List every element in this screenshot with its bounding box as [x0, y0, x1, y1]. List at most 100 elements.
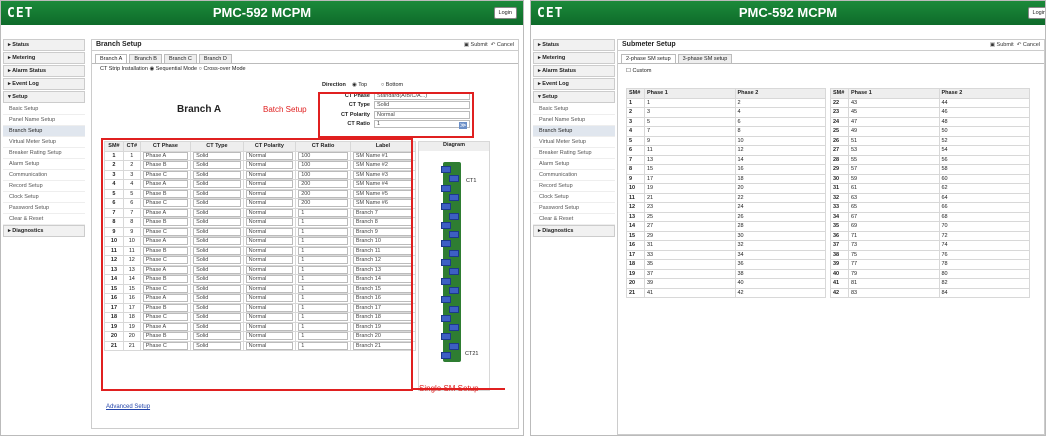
sidebar-item[interactable]: Basic Setup [533, 104, 615, 115]
phase-1-cell[interactable]: 57 [848, 164, 940, 175]
tab-branch[interactable]: Branch C [163, 54, 197, 63]
phase-2-cell[interactable]: 6 [734, 116, 826, 127]
nav-group[interactable]: ▸ Metering [3, 52, 85, 64]
phase-2-cell[interactable]: 84 [938, 287, 1030, 298]
sidebar-item[interactable]: Virtual Meter Setup [3, 137, 85, 148]
tab-sm-setup[interactable]: 2-phase SM setup [621, 54, 676, 63]
phase-2-cell[interactable]: 16 [734, 164, 826, 175]
phase-2-cell[interactable]: 78 [938, 259, 1030, 270]
phase-2-cell[interactable]: 60 [938, 173, 1030, 184]
phase-2-cell[interactable]: 48 [938, 116, 1030, 127]
tab-branch[interactable]: Branch D [198, 54, 232, 63]
phase-1-cell[interactable]: 67 [848, 211, 940, 222]
phase-1-cell[interactable]: 41 [644, 287, 736, 298]
sidebar-item[interactable]: Alarm Setup [3, 159, 85, 170]
phase-1-cell[interactable]: 13 [644, 154, 736, 165]
phase-2-cell[interactable]: 20 [734, 183, 826, 194]
nav-group[interactable]: ▸ Alarm Status [533, 65, 615, 77]
phase-2-cell[interactable]: 62 [938, 183, 1030, 194]
nav-group-setup[interactable]: ▾ Setup [533, 91, 615, 103]
phase-1-cell[interactable]: 25 [644, 211, 736, 222]
phase-2-cell[interactable]: 76 [938, 249, 1030, 260]
phase-1-cell[interactable]: 11 [644, 145, 736, 156]
sidebar-item[interactable]: Record Setup [533, 181, 615, 192]
submit-button[interactable]: ▣ Submit [990, 42, 1014, 48]
sidebar-item[interactable]: Basic Setup [3, 104, 85, 115]
cancel-button[interactable]: ↶ Cancel [1017, 42, 1040, 48]
cancel-button[interactable]: ↶ Cancel [491, 42, 514, 48]
phase-1-cell[interactable]: 35 [644, 259, 736, 270]
sidebar-item[interactable]: Password Setup [3, 203, 85, 214]
tab-branch[interactable]: Branch A [95, 54, 128, 63]
sidebar-item[interactable]: Clear & Reset [3, 214, 85, 225]
phase-2-cell[interactable]: 44 [938, 97, 1030, 108]
phase-2-cell[interactable]: 64 [938, 192, 1030, 203]
sidebar-item[interactable]: Breaker Rating Setup [3, 148, 85, 159]
top-radio[interactable]: ◉ Top [352, 82, 367, 88]
phase-2-cell[interactable]: 42 [734, 287, 826, 298]
crossover-radio[interactable]: ○ Cross-over Mode [199, 66, 246, 72]
phase-2-cell[interactable]: 26 [734, 211, 826, 222]
phase-2-cell[interactable]: 14 [734, 154, 826, 165]
phase-2-cell[interactable]: 52 [938, 135, 1030, 146]
phase-1-cell[interactable]: 65 [848, 202, 940, 213]
sequential-radio[interactable]: ◉ Sequential Mode [149, 66, 197, 72]
phase-1-cell[interactable]: 9 [644, 135, 736, 146]
phase-2-cell[interactable]: 70 [938, 221, 1030, 232]
phase-1-cell[interactable]: 19 [644, 183, 736, 194]
sidebar-item[interactable]: Communication [3, 170, 85, 181]
nav-group[interactable]: ▸ Metering [533, 52, 615, 64]
sidebar-item[interactable]: Clock Setup [533, 192, 615, 203]
sidebar-item[interactable]: Panel Name Setup [3, 115, 85, 126]
phase-2-cell[interactable]: 38 [734, 268, 826, 279]
checkbox-icon[interactable]: ☐ [626, 68, 631, 74]
phase-2-cell[interactable]: 72 [938, 230, 1030, 241]
sidebar-item[interactable]: Communication [533, 170, 615, 181]
nav-group-setup[interactable]: ▾ Setup [3, 91, 85, 103]
phase-2-cell[interactable]: 74 [938, 240, 1030, 251]
phase-1-cell[interactable]: 63 [848, 192, 940, 203]
phase-2-cell[interactable]: 66 [938, 202, 1030, 213]
nav-group-diagnostics[interactable]: ▸ Diagnostics [533, 225, 615, 237]
phase-2-cell[interactable]: 24 [734, 202, 826, 213]
sidebar-item[interactable]: Panel Name Setup [533, 115, 615, 126]
phase-1-cell[interactable]: 5 [644, 116, 736, 127]
phase-2-cell[interactable]: 56 [938, 154, 1030, 165]
phase-1-cell[interactable]: 23 [644, 202, 736, 213]
phase-1-cell[interactable]: 61 [848, 183, 940, 194]
phase-2-cell[interactable]: 82 [938, 278, 1030, 289]
phase-2-cell[interactable]: 34 [734, 249, 826, 260]
submit-button[interactable]: ▣ Submit [464, 42, 488, 48]
phase-2-cell[interactable]: 18 [734, 173, 826, 184]
phase-2-cell[interactable]: 28 [734, 221, 826, 232]
phase-2-cell[interactable]: 12 [734, 145, 826, 156]
phase-2-cell[interactable]: 2 [734, 97, 826, 108]
phase-1-cell[interactable]: 29 [644, 230, 736, 241]
phase-2-cell[interactable]: 58 [938, 164, 1030, 175]
nav-group[interactable]: ▸ Status [3, 39, 85, 51]
phase-1-cell[interactable]: 55 [848, 154, 940, 165]
nav-group-diagnostics[interactable]: ▸ Diagnostics [3, 225, 85, 237]
phase-2-cell[interactable]: 32 [734, 240, 826, 251]
login-button[interactable]: Login [1027, 7, 1045, 19]
phase-1-cell[interactable]: 7 [644, 126, 736, 137]
tab-branch[interactable]: Branch B [129, 54, 162, 63]
phase-2-cell[interactable]: 22 [734, 192, 826, 203]
phase-1-cell[interactable]: 37 [644, 268, 736, 279]
nav-group[interactable]: ▸ Alarm Status [3, 65, 85, 77]
phase-1-cell[interactable]: 83 [848, 287, 940, 298]
phase-1-cell[interactable]: 45 [848, 107, 940, 118]
phase-2-cell[interactable]: 10 [734, 135, 826, 146]
sidebar-item[interactable]: Record Setup [3, 181, 85, 192]
phase-2-cell[interactable]: 80 [938, 268, 1030, 279]
sidebar-item[interactable]: Password Setup [533, 203, 615, 214]
sidebar-item[interactable]: Alarm Setup [533, 159, 615, 170]
phase-1-cell[interactable]: 17 [644, 173, 736, 184]
advanced-setup-link[interactable]: Advanced Setup [106, 404, 150, 410]
phase-1-cell[interactable]: 73 [848, 240, 940, 251]
phase-1-cell[interactable]: 71 [848, 230, 940, 241]
phase-2-cell[interactable]: 68 [938, 211, 1030, 222]
phase-1-cell[interactable]: 59 [848, 173, 940, 184]
phase-1-cell[interactable]: 39 [644, 278, 736, 289]
nav-group[interactable]: ▸ Event Log [3, 78, 85, 90]
